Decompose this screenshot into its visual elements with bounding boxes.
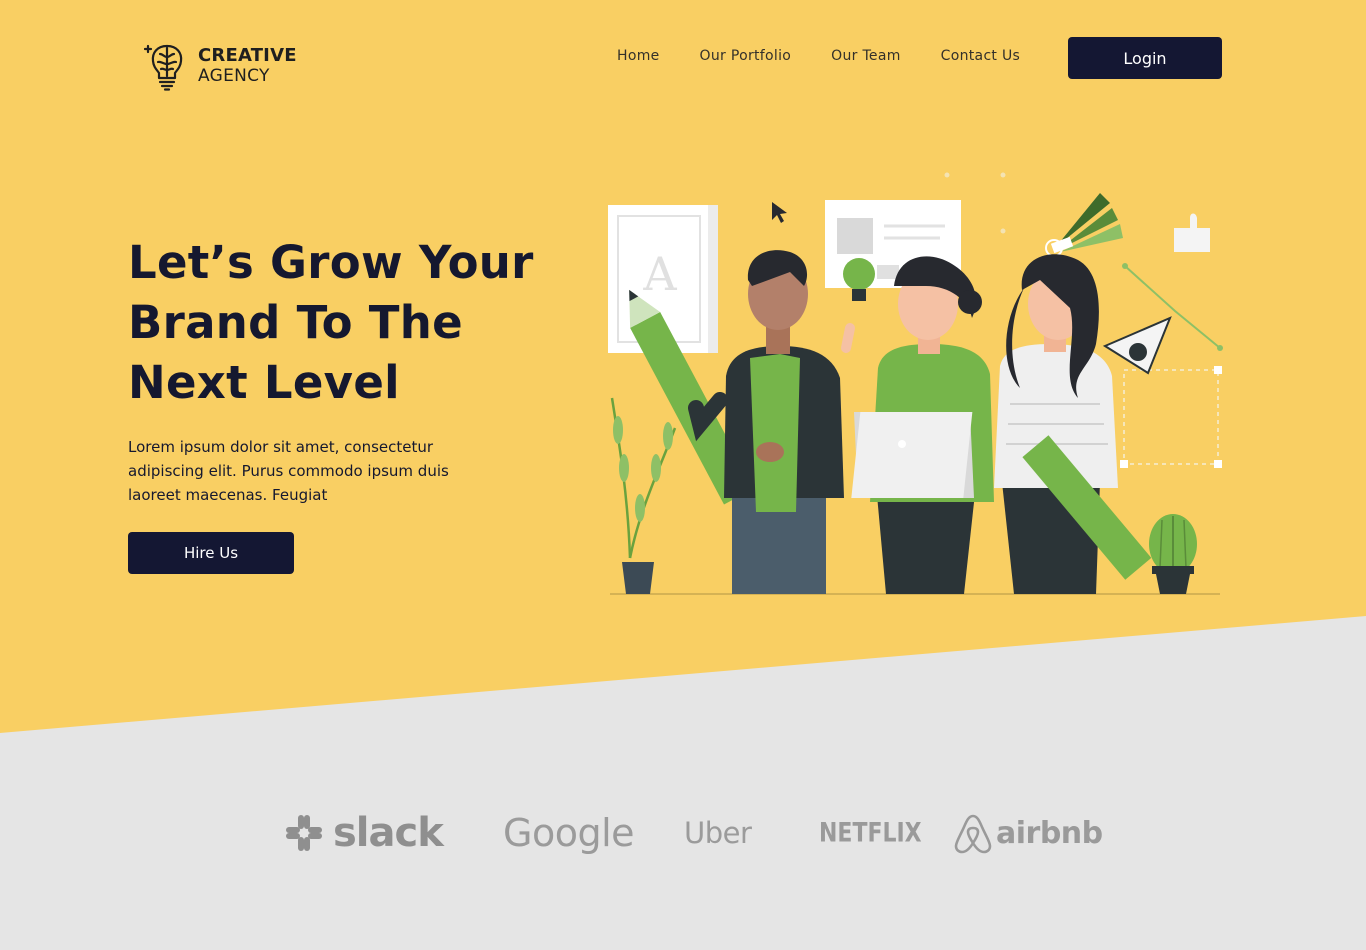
hire-us-button[interactable]: Hire Us [128,532,294,574]
svg-text:A: A [642,247,677,301]
partner-name-google: Google [503,811,635,855]
partner-logo-slack: slack [283,800,444,866]
partner-name-uber: Uber [684,816,752,850]
slack-icon [286,815,322,851]
brand-name-line2: AGENCY [198,66,270,86]
partner-logo-google: Google [503,800,635,866]
login-button[interactable]: Login [1068,37,1222,79]
partner-name-netflix: NETFLIX [819,818,922,848]
nav-link-contact-us[interactable]: Contact Us [941,48,1020,64]
nav-link-home[interactable]: Home [617,48,660,64]
nav-link-our-team[interactable]: Our Team [831,48,901,64]
partner-name-airbnb: airbnb [996,815,1103,851]
brand-name-line1: CREATIVE [198,45,297,66]
partner-logos: slack Google Uber NETFLIX airbnb [0,800,1366,870]
partner-logo-uber: Uber [684,800,752,866]
brain-lightbulb-icon [144,44,183,91]
nav-link-our-portfolio[interactable]: Our Portfolio [700,48,792,64]
partner-name-slack: slack [333,810,444,856]
hero-title: Let’s Grow Your Brand To The Next Level [128,236,534,409]
partner-logo-airbnb: airbnb [954,800,1103,866]
brand-logo[interactable]: CREATIVE AGENCY [144,40,297,92]
landing-page: CREATIVE AGENCY Home Our Portfolio Our T… [0,0,1366,950]
main-nav: Home Our Portfolio Our Team Contact Us [617,48,1020,64]
creative-team-illustration: A [608,172,1223,595]
brand-name: CREATIVE AGENCY [198,47,297,85]
hero-description: Lorem ipsum dolor sit amet, consectetur … [128,438,449,504]
partner-logo-netflix: NETFLIX [819,800,922,866]
airbnb-icon [954,814,992,854]
